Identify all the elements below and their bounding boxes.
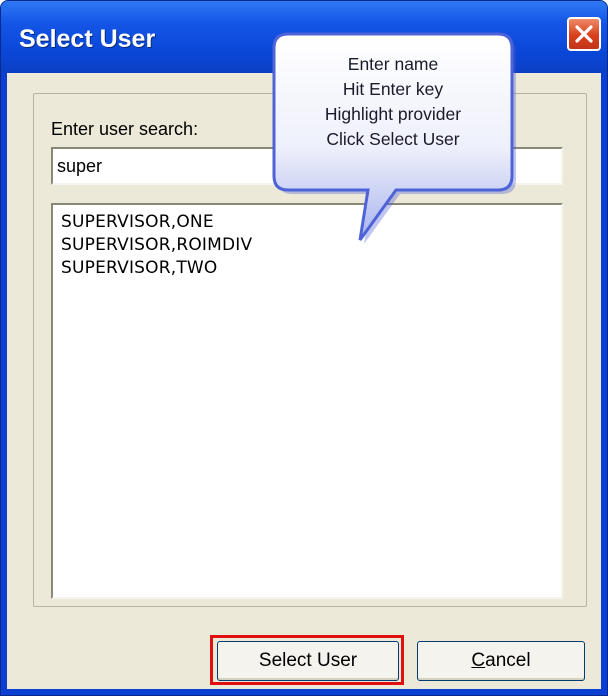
cancel-button[interactable]: Cancel [417, 641, 585, 681]
close-button[interactable] [567, 17, 601, 51]
highlight-annotation-box [210, 635, 404, 685]
callout-line: Hit Enter key [342, 79, 444, 99]
window-title: Select User [19, 25, 156, 53]
list-item[interactable]: SUPERVISOR,TWO [61, 257, 553, 280]
close-icon [575, 25, 593, 43]
callout-line: Click Select User [326, 129, 460, 149]
callout-line: Highlight provider [324, 104, 462, 124]
user-results-list[interactable]: SUPERVISOR,ONE SUPERVISOR,ROIMDIV SUPERV… [51, 203, 563, 599]
cancel-button-label: Cancel [471, 650, 531, 671]
callout-line: Enter name [347, 54, 439, 74]
callout-text: Enter name Hit Enter key Highlight provi… [282, 52, 504, 152]
search-label: Enter user search: [51, 119, 199, 139]
